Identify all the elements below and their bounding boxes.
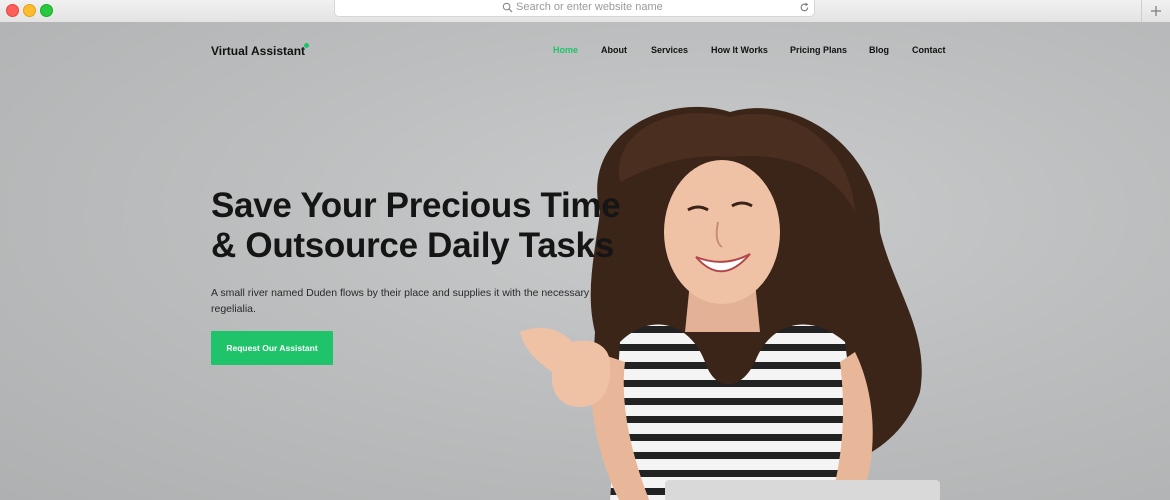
hero-headline: Save Your Precious Time & Outsource Dail… [211, 186, 621, 266]
reload-icon[interactable] [799, 2, 810, 13]
hero-headline-line2: & Outsource Daily Tasks [211, 226, 614, 265]
address-placeholder: Search or enter website name [516, 1, 663, 13]
address-bar[interactable]: Search or enter website name [334, 0, 815, 17]
brand-dot-icon [304, 43, 309, 48]
hero-headline-line1: Save Your Precious Time [211, 186, 621, 225]
nav-pricing-plans[interactable]: Pricing Plans [790, 45, 847, 55]
nav-how-it-works[interactable]: How It Works [711, 45, 768, 55]
minimize-window-button[interactable] [23, 4, 36, 17]
nav-blog[interactable]: Blog [869, 45, 889, 55]
new-tab-icon [1151, 6, 1161, 16]
browser-toolbar: Search or enter website name [0, 0, 1170, 23]
hero-section: Virtual Assistant Home About Services Ho… [0, 22, 1170, 500]
nav-contact[interactable]: Contact [912, 45, 946, 55]
request-assistant-button[interactable]: Request Our Assistant [211, 331, 333, 365]
brand-logo[interactable]: Virtual Assistant [211, 44, 305, 58]
new-tab-button[interactable] [1141, 0, 1170, 22]
nav-about[interactable]: About [601, 45, 627, 55]
close-window-button[interactable] [6, 4, 19, 17]
zoom-window-button[interactable] [40, 4, 53, 17]
nav-home[interactable]: Home [553, 45, 578, 55]
search-icon [502, 2, 513, 13]
hero-subtext: A small river named Duden flows by their… [211, 287, 590, 315]
nav-services[interactable]: Services [651, 45, 688, 55]
